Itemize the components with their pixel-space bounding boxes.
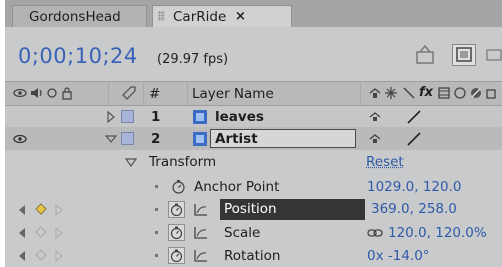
bullet-dot [155,254,158,257]
eye-icon[interactable] [13,86,27,100]
speaker-icon[interactable] [29,86,43,100]
shy-icon[interactable] [369,111,381,123]
layer-number: 1 [151,109,161,125]
keyframe-diamond-icon[interactable] [35,249,47,261]
graph-icon[interactable] [193,249,209,263]
tab-bar: GordonsHead CarRide × [5,0,502,27]
twirl-triangle-icon[interactable] [105,134,117,144]
twirl-triangle-icon[interactable] [125,158,137,168]
bullet-dot [155,231,158,234]
property-value[interactable]: 120.0, 120.0% [388,225,487,241]
next-keyframe-icon[interactable] [55,204,63,216]
transform-group-row[interactable]: Transform Reset [5,150,502,174]
property-value[interactable]: 1029.0, 120.0 [367,179,461,195]
property-name: Anchor Point [194,179,280,195]
tab-label: GordonsHead [29,9,121,25]
stopwatch-icon[interactable] [168,224,185,241]
layer-row-artist[interactable]: 2 Artist [5,128,502,150]
composition-layer-icon [192,109,208,125]
adjustment-layer-icon[interactable] [469,86,483,100]
layer-column-header: # Layer Name fx [5,81,502,106]
property-name: Scale [224,225,261,241]
quality-icon[interactable] [406,109,422,125]
bullet-dot [155,208,158,211]
layer-name-field[interactable]: Artist [210,129,356,148]
stopwatch-icon[interactable] [168,247,185,264]
layer-name: Artist [215,131,258,147]
property-row-anchor-point[interactable]: Anchor Point 1029.0, 120.0 [5,175,502,199]
property-value[interactable]: 0x -14.0° [367,248,430,264]
property-row-scale[interactable]: Scale 120.0, 120.0% [5,222,502,244]
chain-link-icon[interactable] [367,228,383,238]
layer-row-leaves[interactable]: 1 leaves [5,106,502,128]
transform-label: Transform [149,154,217,170]
twirl-triangle-icon[interactable] [106,111,116,123]
stopwatch-icon[interactable] [168,201,185,218]
layer-name[interactable]: leaves [215,109,264,125]
keyframe-diamond-icon[interactable] [35,226,47,238]
stopwatch-icon[interactable] [171,179,186,194]
motion-blur-icon[interactable] [453,86,467,100]
reset-link[interactable]: Reset [366,154,404,170]
property-name-selected[interactable]: Position [220,199,365,220]
graph-icon[interactable] [193,226,209,240]
collapse-icon[interactable] [384,86,398,100]
graph-icon[interactable] [193,203,209,217]
property-name: Position [224,201,277,217]
effects-column-label[interactable]: fx [419,85,433,100]
graph-editor-icon[interactable] [485,44,502,66]
shy-icon[interactable] [368,86,382,100]
composition-layer-icon [192,131,208,147]
current-time-display[interactable]: 0;00;10;24 [18,44,138,68]
tab-label: CarRide [173,9,227,25]
draft-3d-icon[interactable] [452,44,476,66]
property-row-rotation[interactable]: Rotation 0x -14.0° [5,245,502,267]
close-icon[interactable]: × [235,6,246,28]
lock-icon[interactable] [61,86,73,100]
timeline-panel: GordonsHead CarRide × 0;00;10;24 (29.97 … [5,0,502,267]
layer-name-column-label[interactable]: Layer Name [192,86,274,102]
previous-keyframe-icon[interactable] [18,250,26,262]
frame-blend-icon[interactable] [437,86,451,100]
property-value[interactable]: 369.0, 258.0 [371,201,457,217]
3d-layer-icon[interactable] [485,86,499,100]
shy-icon[interactable] [369,133,381,145]
eye-icon[interactable] [13,133,27,145]
number-column-label: # [149,86,161,102]
layer-number: 2 [151,131,161,147]
tab-carride[interactable]: CarRide × [152,5,292,27]
solo-icon[interactable] [46,87,58,99]
panel-grip-icon[interactable] [158,11,165,21]
previous-keyframe-icon[interactable] [18,204,26,216]
live-update-icon[interactable] [414,44,438,66]
quality-icon[interactable] [406,131,422,147]
frame-rate-label: (29.97 fps) [157,52,229,67]
keyframe-diamond-icon[interactable] [35,203,47,215]
bullet-dot [155,185,158,188]
next-keyframe-icon[interactable] [55,250,63,262]
label-color-swatch[interactable] [121,132,134,145]
property-name: Rotation [224,248,281,264]
tab-gordonshead[interactable]: GordonsHead [12,5,147,27]
next-keyframe-icon[interactable] [55,227,63,239]
previous-keyframe-icon[interactable] [18,227,26,239]
label-tag-icon[interactable] [121,85,137,101]
quality-icon[interactable] [402,86,416,100]
label-color-swatch[interactable] [121,110,134,123]
